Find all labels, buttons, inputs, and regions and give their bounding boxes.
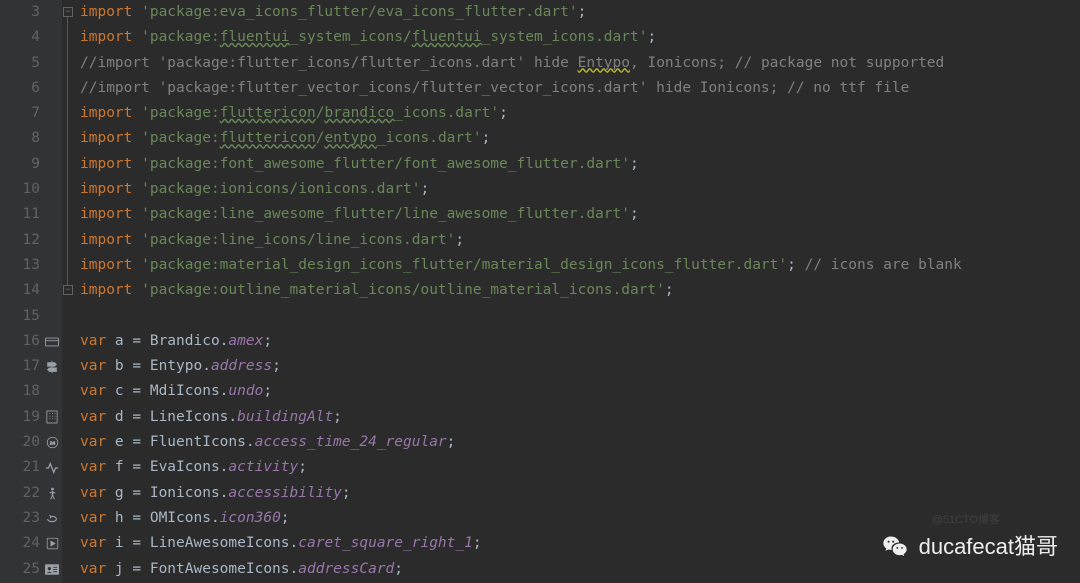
code-line[interactable]: import 'package:fluttericon/entypo_icons… <box>80 126 1080 151</box>
code-line[interactable]: //import 'package:flutter_vector_icons/f… <box>80 76 1080 101</box>
line-number: 10 <box>0 177 62 202</box>
faint-watermark: @51CTO博客 <box>932 508 1000 533</box>
line-number: 14 <box>0 278 62 303</box>
line-number: 12 <box>0 228 62 253</box>
code-line[interactable]: import 'package:ionicons/ionicons.dart'; <box>80 177 1080 202</box>
line-number: 3 <box>0 0 62 25</box>
watermark-text: ducafecat猫哥 <box>919 534 1058 559</box>
code-line[interactable]: var b = Entypo.address; <box>80 354 1080 379</box>
code-line[interactable]: var h = OMIcons.icon360; <box>80 506 1080 531</box>
line-number: 7 <box>0 101 62 126</box>
clock-icon: 24 <box>44 435 60 451</box>
code-line[interactable]: var f = EvaIcons.activity; <box>80 455 1080 480</box>
line-number: 5 <box>0 51 62 76</box>
rotate-icon <box>44 511 60 527</box>
line-number: 17 <box>0 354 62 379</box>
code-line[interactable]: import 'package:line_awesome_flutter/lin… <box>80 202 1080 227</box>
code-line[interactable]: import 'package:fluentui_system_icons/fl… <box>80 25 1080 50</box>
line-number: 6 <box>0 76 62 101</box>
code-line[interactable]: import 'package:fluttericon/brandico_ico… <box>80 101 1080 126</box>
caret-icon <box>44 536 60 552</box>
code-line[interactable] <box>80 304 1080 329</box>
line-number: 23 <box>0 506 62 531</box>
line-number: 22 <box>0 481 62 506</box>
line-number: 4 <box>0 25 62 50</box>
idcard-icon <box>44 561 60 577</box>
code-line[interactable]: import 'package:material_design_icons_fl… <box>80 253 1080 278</box>
card-icon <box>44 334 60 350</box>
activity-icon <box>44 460 60 476</box>
code-line[interactable]: var c = MdiIcons.undo; <box>80 379 1080 404</box>
line-number: 13 <box>0 253 62 278</box>
code-line[interactable]: import 'package:line_icons/line_icons.da… <box>80 228 1080 253</box>
code-line[interactable]: var e = FluentIcons.access_time_24_regul… <box>80 430 1080 455</box>
line-number: 11 <box>0 202 62 227</box>
person-icon <box>44 485 60 501</box>
line-number: 15 <box>0 304 62 329</box>
code-line[interactable]: import 'package:eva_icons_flutter/eva_ic… <box>80 0 1080 25</box>
code-line[interactable]: //import 'package:flutter_icons/flutter_… <box>80 51 1080 76</box>
code-line[interactable]: var g = Ionicons.accessibility; <box>80 481 1080 506</box>
wechat-icon <box>881 533 909 561</box>
code-line[interactable]: var d = LineIcons.buildingAlt; <box>80 405 1080 430</box>
building-icon <box>44 409 60 425</box>
line-number: 16 <box>0 329 62 354</box>
svg-text:24: 24 <box>49 441 55 447</box>
code-area[interactable]: import 'package:eva_icons_flutter/eva_ic… <box>76 0 1080 583</box>
fold-toggle-icon[interactable]: − <box>63 7 73 17</box>
line-number: 18 <box>0 379 62 404</box>
line-number: 19 <box>0 405 62 430</box>
fold-guide-line <box>67 17 68 285</box>
line-number: 21 <box>0 455 62 480</box>
code-editor[interactable]: 3456789101112131415161718192024212223242… <box>0 0 1080 583</box>
fold-gutter[interactable]: −− <box>62 0 76 583</box>
line-number: 25 <box>0 557 62 582</box>
fold-toggle-icon[interactable]: − <box>63 285 73 295</box>
line-number: 9 <box>0 152 62 177</box>
code-line[interactable]: import 'package:outline_material_icons/o… <box>80 278 1080 303</box>
line-number: 24 <box>0 531 62 556</box>
line-number: 8 <box>0 126 62 151</box>
signpost-icon <box>44 359 60 375</box>
line-number: 2024 <box>0 430 62 455</box>
watermark: ducafecat猫哥 <box>881 533 1058 561</box>
code-line[interactable]: import 'package:font_awesome_flutter/fon… <box>80 152 1080 177</box>
line-number-gutter: 3456789101112131415161718192024212223242… <box>0 0 62 583</box>
code-line[interactable]: var a = Brandico.amex; <box>80 329 1080 354</box>
